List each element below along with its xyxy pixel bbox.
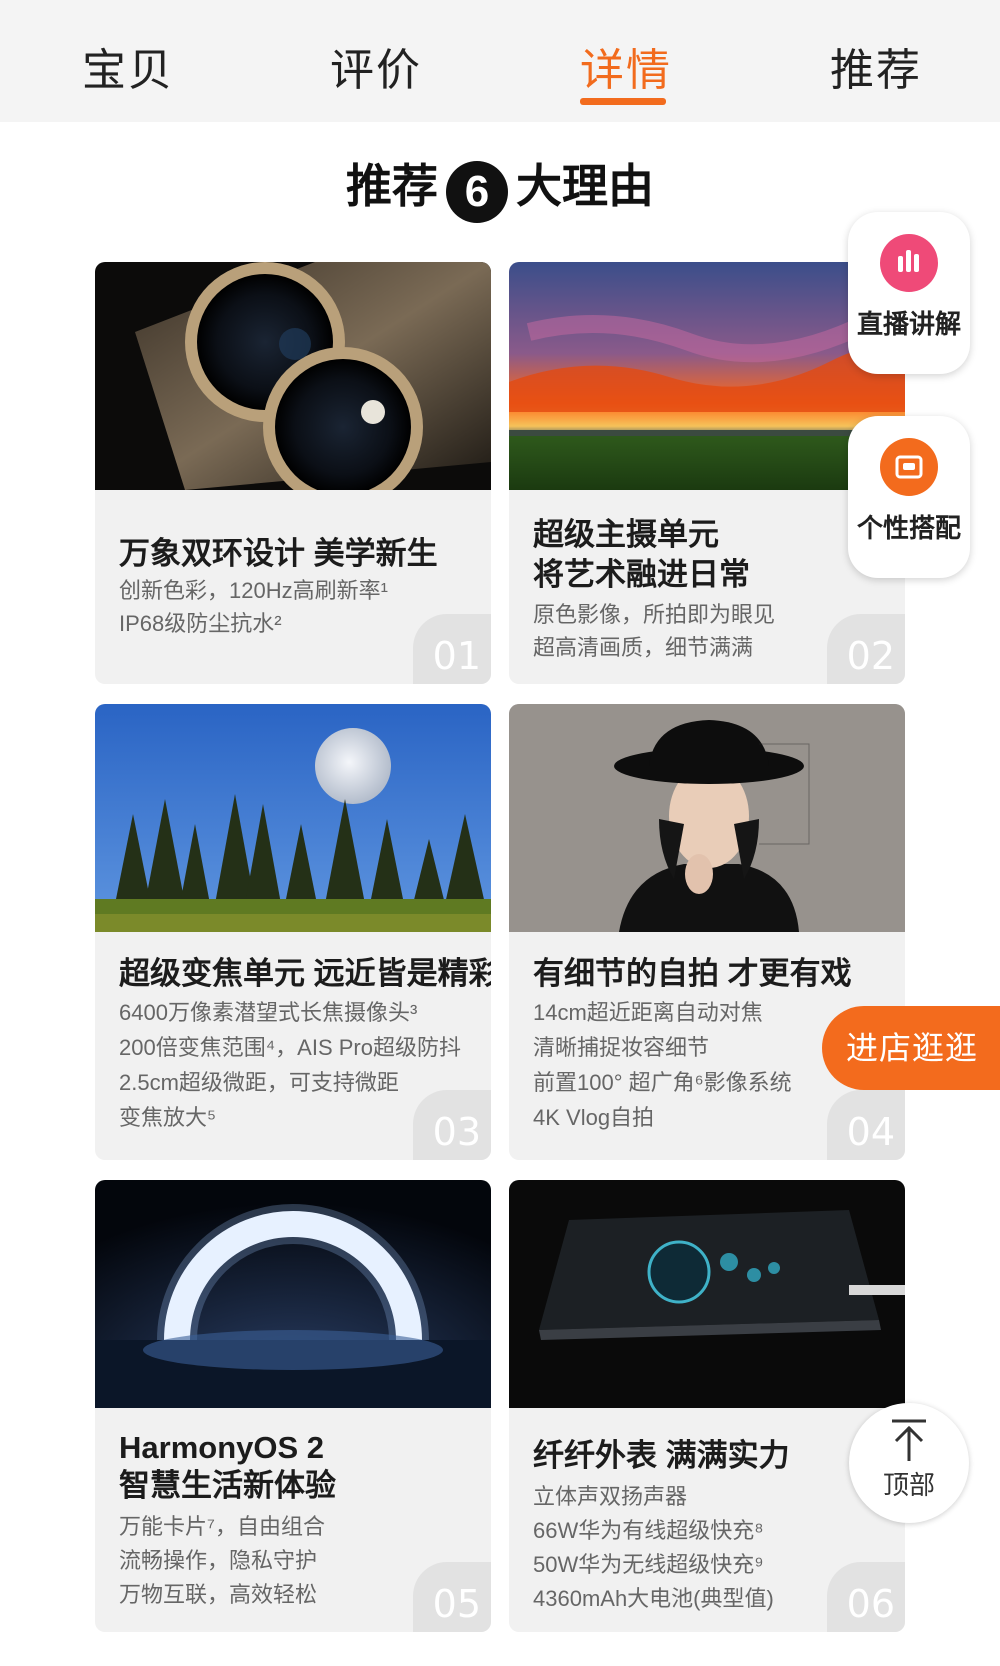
card-image-phone-camera: [95, 262, 491, 490]
card-title-line2: 智慧生活新体验: [119, 1468, 336, 1503]
card-title: HarmonyOS 2: [119, 1430, 325, 1465]
card-desc-line: 变焦放大⁵: [119, 1105, 217, 1130]
card-desc-line: 流畅操作，隐私守护: [119, 1548, 318, 1573]
reason-card-5[interactable]: HarmonyOS 2 智慧生活新体验 万能卡片⁷，自由组合 流畅操作，隐私守护…: [95, 1180, 491, 1632]
card-desc-line: 前置100° 超广角⁶影像系统: [533, 1070, 792, 1095]
card-number-badge: 03: [413, 1090, 491, 1160]
card-desc-line: 清晰捕捉妆容细节: [533, 1035, 710, 1060]
card-desc-line: 4360mAh大电池(典型值): [533, 1586, 774, 1611]
reason-card-2[interactable]: 超级主摄单元 将艺术融进日常 原色影像，所拍即为眼见 超高清画质，细节满满 02: [509, 262, 905, 684]
tab-baobei[interactable]: 宝贝: [82, 34, 174, 98]
card-desc-line: 超高清画质，细节满满: [533, 635, 754, 660]
card-desc-line: 万物互联，高效轻松: [119, 1582, 318, 1607]
heading-prefix: 推荐: [346, 160, 438, 212]
card-image-sunset: [509, 262, 905, 490]
card-image-portrait: [509, 704, 905, 932]
card-title: 万象双环设计 美学新生: [119, 536, 438, 571]
card-desc-line: 万能卡片⁷，自由组合: [119, 1514, 325, 1539]
reason-card-4[interactable]: 有细节的自拍 才更有戏 14cm超近距离自动对焦 清晰捕捉妆容细节 前置100°…: [509, 704, 905, 1160]
card-desc-line: IP68级防尘抗水²: [119, 611, 282, 636]
card-number-badge: 05: [413, 1562, 491, 1632]
card-desc-line: 6400万像素潜望式长焦摄像头³: [119, 1000, 418, 1025]
visit-shop-button[interactable]: 进店逛逛: [822, 1006, 1000, 1090]
card-image-glowing-ring: [95, 1180, 491, 1408]
arrow-up-icon: [849, 1417, 969, 1463]
card-image-phone-charging: [509, 1180, 905, 1408]
wardrobe-icon: [880, 438, 938, 496]
card-desc-line: 立体声双扬声器: [533, 1484, 688, 1509]
tab-reviews[interactable]: 评价: [330, 34, 422, 98]
card-title: 超级变焦单元 远近皆是精彩: [119, 956, 491, 991]
card-desc-line: 14cm超近距离自动对焦: [533, 1000, 763, 1025]
card-title-line2: 将艺术融进日常: [533, 557, 750, 592]
live-bars-icon: [880, 234, 938, 292]
style-match-label: 个性搭配: [856, 513, 961, 543]
reason-card-6[interactable]: 纤纤外表 满满实力 立体声双扬声器 66W华为有线超级快充⁸ 50W华为无线超级…: [509, 1180, 905, 1632]
card-number-badge: 06: [827, 1562, 905, 1632]
card-desc-line: 50W华为无线超级快充⁹: [533, 1552, 764, 1577]
tab-recommend[interactable]: 推荐: [830, 34, 922, 98]
card-number-badge: 02: [827, 614, 905, 684]
active-tab-indicator: [580, 98, 666, 105]
card-desc-line: 66W华为有线超级快充⁸: [533, 1518, 764, 1543]
section-heading: 推荐 6 大理由: [0, 150, 1000, 223]
heading-number-badge: 6: [446, 161, 508, 223]
card-number-badge: 01: [413, 614, 491, 684]
style-match-button[interactable]: 个性搭配: [848, 416, 970, 578]
card-desc-line: 创新色彩，120Hz高刷新率¹: [119, 578, 388, 603]
card-number-badge: 04: [827, 1090, 905, 1160]
heading-suffix: 大理由: [516, 160, 654, 212]
card-desc-line: 4K Vlog自拍: [533, 1105, 655, 1130]
card-title: 纤纤外表 满满实力: [533, 1438, 790, 1473]
back-to-top-button[interactable]: 顶部: [849, 1403, 969, 1523]
back-to-top-label: 顶部: [882, 1470, 935, 1500]
card-desc-line: 原色影像，所拍即为眼见: [533, 602, 776, 627]
card-image-moon-forest: [95, 704, 491, 932]
top-tab-bar: 宝贝 评价 详情 推荐: [0, 0, 1000, 122]
card-desc-line: 200倍变焦范围⁴，AIS Pro超级防抖: [119, 1035, 461, 1060]
card-title: 超级主摄单元: [533, 517, 719, 552]
reason-card-1[interactable]: 万象双环设计 美学新生 创新色彩，120Hz高刷新率¹ IP68级防尘抗水² 0…: [95, 262, 491, 684]
card-desc-line: 2.5cm超级微距，可支持微距: [119, 1070, 399, 1095]
live-explain-label: 直播讲解: [856, 309, 961, 339]
tab-details[interactable]: 详情: [580, 34, 672, 98]
live-explain-button[interactable]: 直播讲解: [848, 212, 970, 374]
card-title: 有细节的自拍 才更有戏: [533, 956, 852, 991]
reason-card-3[interactable]: 超级变焦单元 远近皆是精彩 6400万像素潜望式长焦摄像头³ 200倍变焦范围⁴…: [95, 704, 491, 1160]
